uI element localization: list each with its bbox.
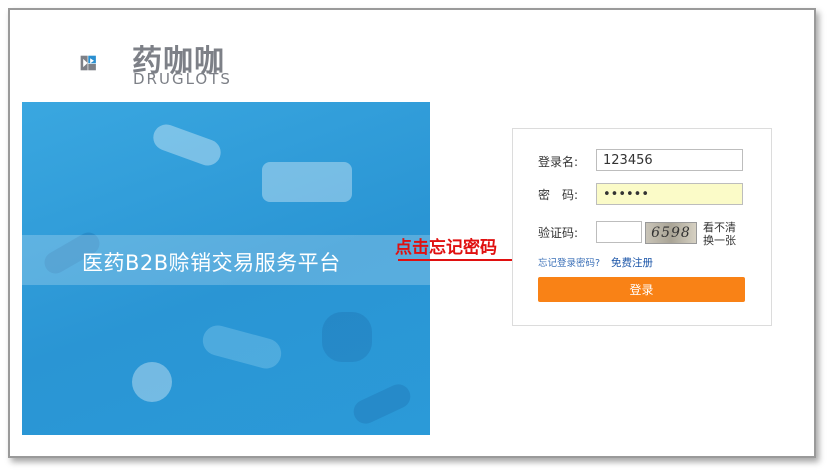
pill-image	[199, 322, 285, 372]
username-input[interactable]	[596, 149, 743, 171]
register-link[interactable]: 免费注册	[611, 255, 653, 270]
pill-image	[149, 120, 225, 170]
refresh-captcha-link[interactable]: 看不清换一张	[703, 221, 739, 247]
hero-banner: 医药B2B赊销交易服务平台	[22, 102, 430, 435]
pill-image	[262, 162, 352, 202]
pill-image	[349, 380, 415, 428]
banner-title: 医药B2B赊销交易服务平台	[82, 251, 341, 275]
username-label: 登录名:	[538, 155, 579, 169]
captcha-image[interactable]: 6598	[645, 222, 697, 244]
forgot-password-link[interactable]: 忘记登录密码?	[538, 255, 600, 269]
password-input[interactable]	[596, 183, 743, 205]
pill-image	[132, 362, 172, 402]
captcha-input[interactable]	[596, 221, 642, 243]
pill-image	[322, 312, 372, 362]
annotation-pointer-line	[398, 259, 526, 261]
annotation-label: 点击忘记密码	[395, 238, 497, 258]
brand-name-en: DRUGLOTS	[133, 70, 232, 88]
druglots-logo-icon	[80, 55, 96, 71]
login-button[interactable]: 登录	[538, 277, 745, 302]
password-label: 密 码:	[538, 188, 579, 202]
captcha-label: 验证码:	[538, 226, 579, 240]
